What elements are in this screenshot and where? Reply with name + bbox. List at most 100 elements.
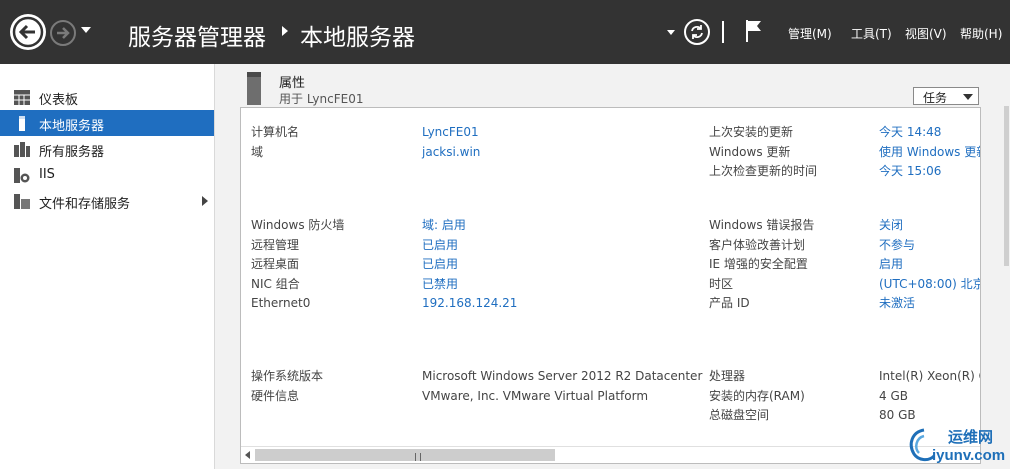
tasks-dropdown[interactable]: 任务 [913,87,979,105]
property-group-2-right: Windows 错误报告 客户体验改善计划 IE 增强的安全配置 时区 产品 I… [709,216,814,314]
property-key: 远程管理 [251,237,300,252]
server-icon [19,116,25,131]
scroll-left-icon[interactable] [245,451,250,459]
property-key: 客户体验改善计划 [709,237,806,252]
properties-list: 计算机名 域 LyncFE01 jacksi.win 上次安装的更新 Windo… [241,108,981,446]
property-value-link[interactable]: jacksi.win [422,143,480,163]
forward-arrow-icon [57,27,70,39]
dashboard-icon [14,90,30,105]
storage-icon [14,194,30,209]
property-group-1-right: 上次安装的更新 Windows 更新 上次检查更新的时间 [709,123,817,182]
property-value-link[interactable]: 未激活 [879,294,980,314]
servers-icon [14,142,30,157]
menu-help[interactable]: 帮助(H) [960,25,1002,42]
watermark-logo: 运维网 iyunv.com [904,424,1010,469]
property-key: Windows 更新 [709,144,791,159]
sidebar-item-local-server[interactable]: 本地服务器 [0,110,214,136]
watermark-text-domain: iyunv.com [932,447,1006,464]
sidebar: 仪表板 本地服务器 所有服务器 IIS 文件和存储服务 [0,64,215,469]
forward-button[interactable] [50,20,76,46]
property-group-1-left: 计算机名 域 [251,123,299,162]
property-key: 域 [251,144,264,159]
watermark-text-cn: 运维网 [948,428,994,446]
property-key: 硬件信息 [251,388,300,403]
back-arrow-icon [12,16,44,48]
back-button[interactable] [10,14,46,50]
horizontal-scrollbar[interactable] [241,446,980,463]
toolbar-divider [722,21,724,43]
property-key: NIC 组合 [251,276,300,291]
menu-manage[interactable]: 管理(M) [788,25,832,42]
history-dropdown[interactable] [81,27,91,33]
property-group-3-right-values: Intel(R) Xeon(R) C 4 GB 80 GB [879,367,981,426]
property-key: 远程桌面 [251,257,300,271]
property-group-1-right-values: 今天 14:48 使用 Windows 更新 今天 15:06 [879,123,980,182]
sidebar-item-label: 文件和存储服务 [39,197,131,212]
property-key: 安装的内存(RAM) [709,388,805,403]
property-group-3-right: 处理器 安装的内存(RAM) 总磁盘空间 [709,367,805,426]
property-value-link[interactable]: 今天 14:48 [879,123,980,143]
menu-view[interactable]: 视图(V) [905,25,947,42]
property-value-link[interactable]: 关闭 [879,216,980,236]
property-group-2-right-values: 关闭 不参与 启用 (UTC+08:00) 北京 未激活 [879,216,980,314]
property-value-link[interactable]: 不参与 [879,236,980,256]
property-group-3-left-values: Microsoft Windows Server 2012 R2 Datacen… [422,367,702,406]
property-value-link[interactable]: 已禁用 [422,275,517,295]
tasks-label: 任务 [923,91,948,105]
property-group-3-left: 操作系统版本 硬件信息 [251,367,323,406]
property-key: 产品 ID [709,296,750,310]
property-key: Windows 防火墙 [251,218,345,232]
property-value: VMware, Inc. VMware Virtual Platform [422,388,649,403]
scrollbar-thumb[interactable] [255,449,555,461]
property-value-link[interactable]: 已启用 [422,255,517,275]
property-value: 4 GB [879,388,908,403]
expand-arrow-icon[interactable] [202,196,208,206]
breadcrumb-current: 本地服务器 [300,25,415,51]
property-value: Intel(R) Xeon(R) C [879,369,981,383]
sidebar-item-label: IIS [39,167,55,182]
property-value-link[interactable]: (UTC+08:00) 北京 [879,275,980,295]
property-key: 操作系统版本 [251,369,324,383]
property-value-link[interactable]: 使用 Windows 更新 [879,143,980,163]
sidebar-item-all-servers[interactable]: 所有服务器 [0,136,214,162]
sidebar-item-label: 所有服务器 [39,145,105,160]
property-key: 处理器 [709,369,746,383]
breadcrumb-root[interactable]: 服务器管理器 [128,18,266,52]
sidebar-item-iis[interactable]: IIS [0,162,214,188]
property-key: 上次安装的更新 [709,125,794,139]
refresh-icon [691,25,703,39]
property-value-link[interactable]: 192.168.124.21 [422,294,517,314]
title-bar: 服务器管理器 本地服务器 管理(M) 工具(T) 视图(V) 帮助(H) [0,0,1010,64]
property-group-2-left: Windows 防火墙 远程管理 远程桌面 NIC 组合 Ethernet0 [251,216,344,314]
property-value: 80 GB [879,408,916,422]
property-key: 计算机名 [251,125,300,139]
property-value-link[interactable]: 域: 启用 [422,216,517,236]
property-key: 上次检查更新的时间 [709,164,818,178]
property-value-link[interactable]: 启用 [879,255,980,275]
property-group-1-left-values: LyncFE01 jacksi.win [422,123,480,162]
property-key: 总磁盘空间 [709,408,770,422]
property-value-link[interactable]: 今天 15:06 [879,162,980,182]
breadcrumb-separator-icon [282,26,288,36]
refresh-button[interactable] [684,19,710,45]
vertical-scrollbar[interactable] [1003,64,1010,469]
sidebar-item-dashboard[interactable]: 仪表板 [0,84,214,110]
property-value: Microsoft Windows Server 2012 R2 Datacen… [422,369,703,383]
property-key: Windows 错误报告 [709,218,815,232]
main-content: 属性 用于 LyncFE01 任务 计算机名 域 LyncFE01 jacksi… [215,64,1010,469]
properties-server-icon [247,72,261,105]
property-group-2-left-values: 域: 启用 已启用 已启用 已禁用 192.168.124.21 [422,216,517,314]
sidebar-item-label: 仪表板 [39,93,79,108]
breadcrumb-dropdown[interactable] [667,30,675,35]
property-value-link[interactable]: LyncFE01 [422,123,480,143]
properties-panel: 计算机名 域 LyncFE01 jacksi.win 上次安装的更新 Windo… [240,107,981,464]
property-value-link[interactable]: 已启用 [422,236,517,256]
section-title: 属性 [279,76,306,91]
scrollbar-grip-icon [415,453,421,461]
property-key: IE 增强的安全配置 [709,257,808,271]
notifications-flag-icon[interactable] [744,18,764,49]
vertical-scrollbar-thumb[interactable] [1004,106,1009,266]
menu-tools[interactable]: 工具(T) [851,25,892,42]
sidebar-item-file-storage[interactable]: 文件和存储服务 [0,188,214,214]
sidebar-item-label: 本地服务器 [39,119,105,134]
